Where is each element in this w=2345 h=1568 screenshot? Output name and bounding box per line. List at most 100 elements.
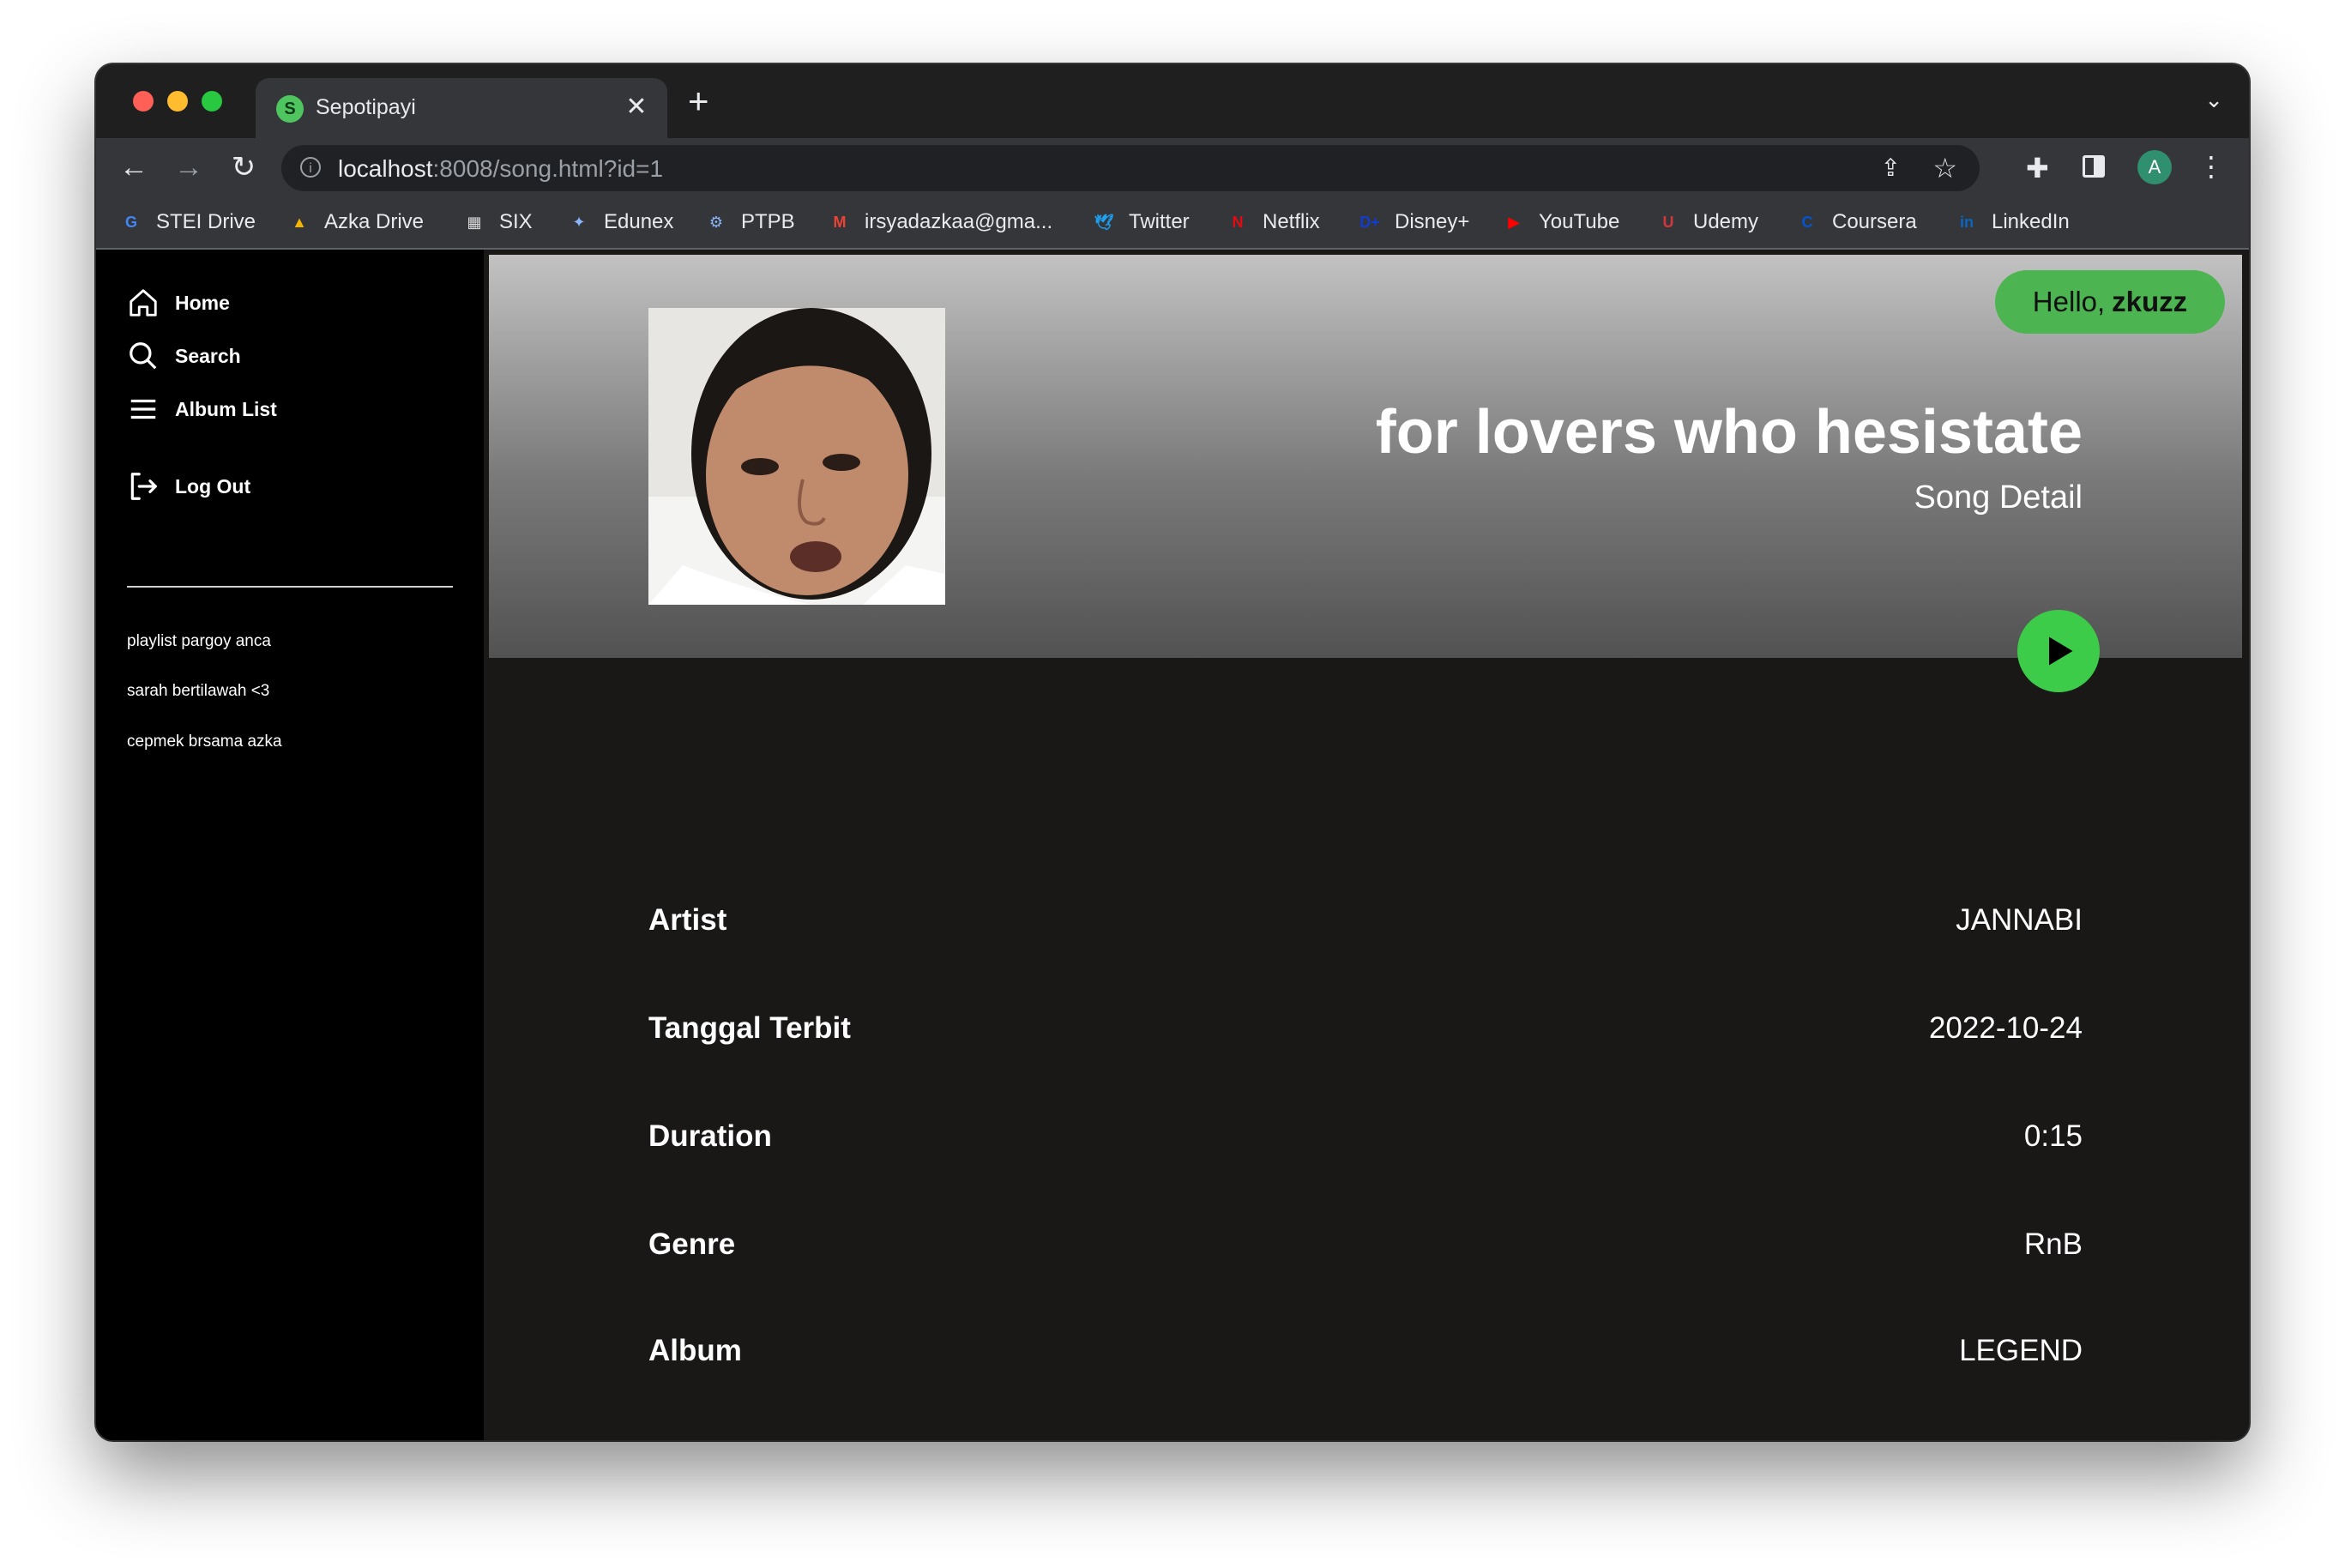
side-panel-icon[interactable] bbox=[2083, 155, 2105, 178]
bookmark-label: Udemy bbox=[1693, 210, 1759, 233]
youtube-icon: ▶ bbox=[1508, 213, 1520, 231]
forward-arrow-icon[interactable]: → bbox=[170, 148, 208, 186]
sidebar-item-logout[interactable]: Log Out bbox=[127, 470, 250, 503]
site-info-icon[interactable]: i bbox=[300, 157, 321, 178]
sidebar-item-home[interactable]: Home bbox=[127, 286, 230, 319]
tab-title: Sepotipayi bbox=[316, 95, 416, 119]
six-icon: ▦ bbox=[467, 213, 482, 231]
tab-strip: S Sepotipayi ✕ + ⌄ bbox=[96, 64, 2249, 138]
greeting-text: Hello, bbox=[2032, 286, 2106, 317]
detail-label: Duration bbox=[648, 1119, 772, 1153]
sidebar-divider bbox=[127, 586, 453, 588]
minimize-window-button[interactable] bbox=[167, 91, 188, 112]
bookmark-label: Disney+ bbox=[1395, 210, 1470, 233]
share-icon[interactable]: ⇪ bbox=[1881, 154, 1901, 182]
profile-avatar[interactable]: A bbox=[2137, 150, 2172, 184]
sidebar-item-label: Log Out bbox=[175, 474, 251, 498]
detail-value: LEGEND bbox=[1959, 1334, 2083, 1367]
detail-label: Artist bbox=[648, 903, 727, 937]
bookmark-item[interactable]: ⚙ PTPB bbox=[703, 208, 795, 236]
bookmark-item[interactable]: ▶ YouTube bbox=[1501, 208, 1619, 236]
play-button[interactable] bbox=[2017, 610, 2100, 692]
playlist-item[interactable]: playlist pargoy anca bbox=[127, 632, 271, 651]
bookmark-item[interactable]: in LinkedIn bbox=[1954, 208, 2070, 236]
detail-row-artist: Artist JANNABI bbox=[648, 903, 2083, 938]
kebab-menu-icon[interactable]: ⋮ bbox=[2197, 150, 2225, 183]
bookmark-label: Twitter bbox=[1129, 210, 1190, 233]
detail-row-album: Album LEGEND bbox=[648, 1334, 2083, 1368]
reload-icon[interactable]: ↻ bbox=[225, 148, 262, 186]
play-icon bbox=[2049, 636, 2073, 666]
bookmark-label: irsyadazkaa@gma... bbox=[865, 210, 1053, 233]
bookmark-item[interactable]: Mirsyadazkaa@gma... bbox=[827, 208, 1053, 236]
twitter-icon: 🕊 bbox=[1094, 213, 1114, 231]
page-subtitle: Song Detail bbox=[1914, 479, 2083, 516]
udemy-icon: U bbox=[1662, 213, 1674, 231]
disney-icon: D+ bbox=[1359, 213, 1380, 231]
tab-search-chevron-icon[interactable]: ⌄ bbox=[2204, 87, 2223, 113]
album-cover bbox=[648, 308, 945, 605]
bookmark-item[interactable]: ▲ Azka Drive bbox=[286, 208, 424, 236]
url-path: :8008/song.html?id=1 bbox=[432, 155, 664, 182]
new-tab-icon[interactable]: + bbox=[688, 83, 709, 119]
url-text[interactable]: localhost:8008/song.html?id=1 bbox=[338, 155, 663, 183]
bookmark-label: Coursera bbox=[1832, 210, 1917, 233]
user-greeting-button[interactable]: Hello, zkuzz bbox=[1995, 270, 2225, 334]
page-content: Home Search Album List Log Out playlist … bbox=[96, 250, 2249, 1440]
detail-row-duration: Duration 0:15 bbox=[648, 1119, 2083, 1154]
google-icon: G bbox=[124, 213, 137, 231]
detail-value: JANNABI bbox=[1956, 903, 2083, 937]
search-icon bbox=[130, 342, 157, 370]
url-host: localhost bbox=[338, 155, 433, 182]
bookmark-label: Netflix bbox=[1263, 210, 1320, 233]
detail-value: RnB bbox=[2023, 1227, 2083, 1261]
back-arrow-icon[interactable]: ← bbox=[115, 148, 153, 186]
tab-favicon-icon: S bbox=[276, 95, 304, 123]
close-tab-icon[interactable]: ✕ bbox=[621, 92, 652, 123]
playlist-item[interactable]: sarah bertilawah <3 bbox=[127, 682, 269, 701]
bookmark-item[interactable]: U Udemy bbox=[1655, 208, 1759, 236]
netflix-icon: N bbox=[1232, 213, 1244, 231]
bookmark-item[interactable]: D+ Disney+ bbox=[1357, 208, 1469, 236]
song-header: Hello, zkuzz for lovers who hesistate So… bbox=[489, 255, 2242, 658]
coursera-icon: C bbox=[1801, 213, 1813, 231]
bookmark-item[interactable]: ✦ Edunex bbox=[566, 208, 673, 236]
browser-tab[interactable]: S Sepotipayi ✕ bbox=[256, 78, 667, 138]
bookmark-label: Edunex bbox=[604, 210, 674, 233]
sidebar-item-label: Search bbox=[175, 344, 241, 367]
bookmark-label: SIX bbox=[499, 210, 533, 233]
detail-row-release-date: Tanggal Terbit 2022-10-24 bbox=[648, 1011, 2083, 1046]
sidebar-item-album-list[interactable]: Album List bbox=[127, 393, 277, 425]
address-bar[interactable]: i localhost:8008/song.html?id=1 ⇪ ☆ bbox=[281, 145, 1980, 191]
bookmark-item[interactable]: G STEI Drive bbox=[118, 208, 256, 236]
detail-label: Tanggal Terbit bbox=[648, 1011, 851, 1045]
maximize-window-button[interactable] bbox=[202, 91, 222, 112]
main-panel: Hello, zkuzz for lovers who hesistate So… bbox=[489, 250, 2249, 1440]
ptpb-icon: ⚙ bbox=[708, 213, 724, 231]
bookmark-item[interactable]: C Coursera bbox=[1794, 208, 1917, 236]
edunex-icon: ✦ bbox=[572, 213, 586, 231]
gmail-icon: M bbox=[833, 213, 847, 231]
bookmark-item[interactable]: 🕊 Twitter bbox=[1091, 208, 1190, 236]
sidebar-item-label: Album List bbox=[175, 397, 277, 420]
drive-icon: ▲ bbox=[292, 213, 307, 231]
bookmark-item[interactable]: ▦ SIX bbox=[461, 208, 533, 236]
extensions-puzzle-icon[interactable]: ✚ bbox=[2026, 152, 2049, 184]
linkedin-icon: in bbox=[1960, 213, 1974, 231]
close-window-button[interactable] bbox=[133, 91, 154, 112]
detail-value: 2022-10-24 bbox=[1928, 1011, 2083, 1045]
bookmark-label: LinkedIn bbox=[1992, 210, 2070, 233]
detail-row-genre: Genre RnB bbox=[648, 1227, 2083, 1262]
playlist-item[interactable]: cepmek brsama azka bbox=[127, 733, 282, 751]
bookmark-label: YouTube bbox=[1539, 210, 1620, 233]
bookmark-star-icon[interactable]: ☆ bbox=[1932, 152, 1957, 184]
bookmark-item[interactable]: N Netflix bbox=[1225, 208, 1320, 236]
logout-icon bbox=[130, 473, 157, 500]
home-icon bbox=[130, 289, 157, 317]
sidebar-item-search[interactable]: Search bbox=[127, 340, 241, 372]
sidebar: Home Search Album List Log Out playlist … bbox=[96, 250, 484, 1440]
sidebar-item-label: Home bbox=[175, 291, 230, 314]
detail-label: Album bbox=[648, 1334, 742, 1367]
browser-window: S Sepotipayi ✕ + ⌄ ← → ↻ i localhost:800… bbox=[96, 64, 2249, 1440]
bookmark-label: STEI Drive bbox=[156, 210, 256, 233]
